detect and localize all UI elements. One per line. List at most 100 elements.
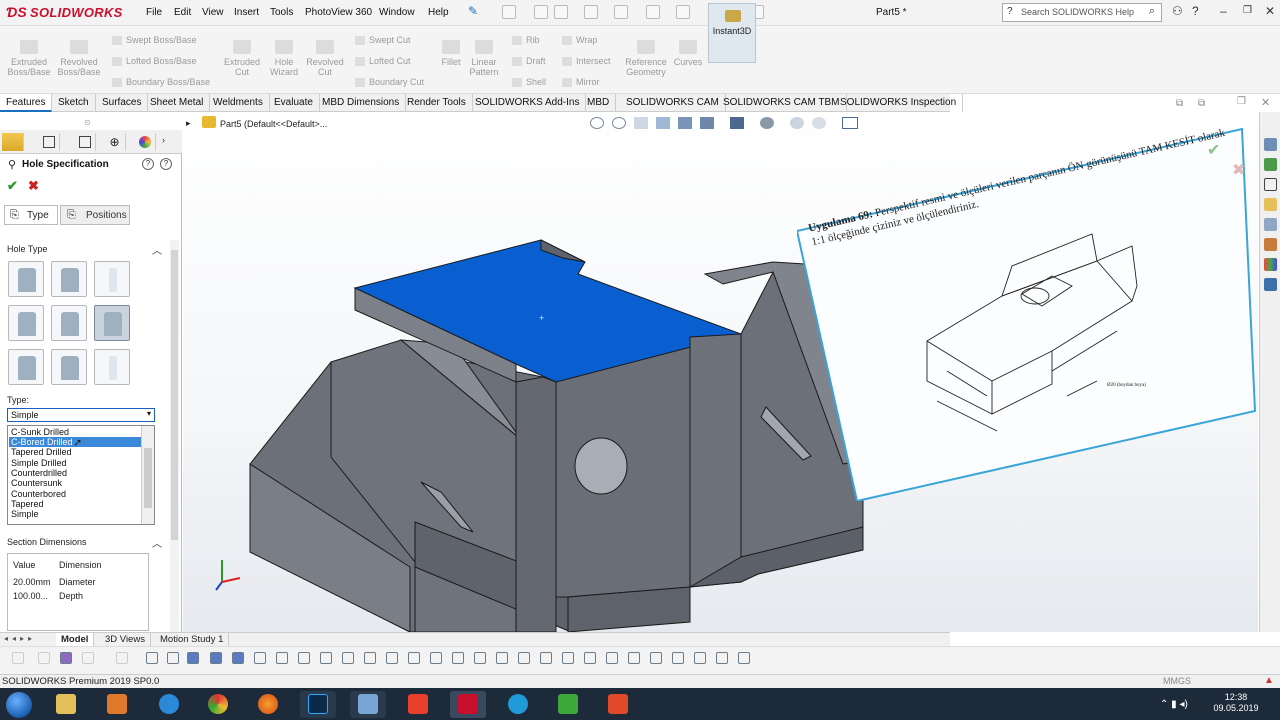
tab-3d-views[interactable]: 3D Views xyxy=(100,633,151,647)
taskbar-photoshop[interactable] xyxy=(300,691,336,718)
display-manager-icon[interactable] xyxy=(134,133,156,151)
doc-tile-icon[interactable]: ⧉ xyxy=(1198,98,1205,109)
panel-splitter-icon[interactable]: ⊙ xyxy=(84,118,91,127)
undo-icon[interactable] xyxy=(646,5,660,19)
tab-motion-study[interactable]: Motion Study 1 xyxy=(155,633,230,647)
menu-window[interactable]: Window xyxy=(379,7,415,18)
boundary-cut-button[interactable]: Boundary Cut xyxy=(355,77,424,88)
units-indicator[interactable]: MMGS xyxy=(1163,676,1191,686)
collapse-section-dims-icon[interactable]: ︿ xyxy=(152,535,162,550)
filter-icon[interactable] xyxy=(584,652,596,664)
filter-icon[interactable] xyxy=(606,652,618,664)
filter-icon[interactable] xyxy=(146,652,158,664)
select-icon[interactable] xyxy=(676,5,690,19)
mirror-button[interactable]: Mirror xyxy=(562,77,600,88)
taskbar-camtasia-recorder[interactable] xyxy=(600,691,636,718)
filter-icon[interactable] xyxy=(12,652,24,664)
filter-icon[interactable] xyxy=(562,652,574,664)
swept-cut-button[interactable]: Swept Cut xyxy=(355,35,411,46)
solidworks-resources-icon[interactable] xyxy=(1264,138,1277,151)
tab-sketch[interactable]: Sketch xyxy=(52,94,96,112)
boundary-boss-button[interactable]: Boundary Boss/Base xyxy=(112,77,210,88)
taskbar-camtasia[interactable] xyxy=(550,691,586,718)
tab-render-tools[interactable]: Render Tools xyxy=(401,94,473,112)
cancel-button[interactable]: ✖ xyxy=(28,178,39,194)
taskbar-chrome[interactable] xyxy=(200,691,236,718)
help-question-icon[interactable]: ? xyxy=(1192,4,1199,18)
taskbar-ie[interactable] xyxy=(151,691,187,718)
filter-icon[interactable] xyxy=(738,652,750,664)
restore-button[interactable]: ❐ xyxy=(1243,5,1252,16)
filter-icon[interactable] xyxy=(82,652,94,664)
panel-more-icon[interactable]: › xyxy=(162,133,180,151)
menu-edit[interactable]: Edit xyxy=(174,7,191,18)
custom-properties-icon[interactable] xyxy=(1264,258,1277,271)
option-countersunk[interactable]: Countersunk xyxy=(9,478,141,488)
legacy-hole-button[interactable] xyxy=(94,305,130,341)
user-icon[interactable]: ⚇ xyxy=(1172,4,1183,18)
option-tapered[interactable]: Tapered xyxy=(9,499,141,509)
ok-button[interactable]: ✔ xyxy=(7,178,18,194)
menu-view[interactable]: View xyxy=(202,7,224,18)
start-button-icon[interactable] xyxy=(6,692,32,718)
taskbar-office[interactable] xyxy=(400,691,436,718)
doc-maximize-icon[interactable]: ❐ xyxy=(1237,96,1246,107)
tab-features[interactable]: Features xyxy=(0,94,53,112)
solidworks-logo[interactable]: ƊS SOLIDWORKS xyxy=(6,4,123,20)
option-simple[interactable]: Simple xyxy=(9,509,141,519)
pin-icon[interactable]: ✎ xyxy=(468,4,478,18)
menu-insert[interactable]: Insert xyxy=(234,7,259,18)
search-input[interactable]: ? Search SOLIDWORKS Help ⌕ xyxy=(1002,3,1162,22)
save-icon[interactable] xyxy=(584,5,598,19)
menu-help[interactable]: Help xyxy=(428,7,449,18)
close-button[interactable]: ✕ xyxy=(1265,4,1275,18)
taskbar-media[interactable] xyxy=(99,691,135,718)
countersink-button[interactable] xyxy=(51,261,87,297)
file-explorer-icon[interactable] xyxy=(1264,198,1277,211)
tab-cam[interactable]: SOLIDWORKS CAM xyxy=(620,94,726,112)
filter-icon[interactable] xyxy=(518,652,530,664)
tab-positions[interactable]: ⎘ Positions xyxy=(60,205,130,225)
filter-icon[interactable] xyxy=(187,652,199,664)
option-simple-drilled[interactable]: Simple Drilled xyxy=(9,458,141,468)
menu-tools[interactable]: Tools xyxy=(270,7,293,18)
extruded-cut-button[interactable]: Extruded Cut xyxy=(222,40,262,77)
dropdown-scrollbar[interactable] xyxy=(141,426,154,524)
new-document-icon[interactable] xyxy=(534,5,548,19)
tapered-tap-button[interactable] xyxy=(51,305,87,341)
filter-icon[interactable] xyxy=(716,652,728,664)
tab-weldments[interactable]: Weldments xyxy=(207,94,270,112)
design-library-icon[interactable] xyxy=(1264,158,1277,171)
filter-icon[interactable] xyxy=(210,652,222,664)
taskbar-firefox[interactable] xyxy=(250,691,286,718)
whatsnew-icon[interactable]: ? xyxy=(160,158,172,170)
countersink-slot-button[interactable] xyxy=(51,349,87,385)
filter-icon[interactable] xyxy=(628,652,640,664)
list-view-icon[interactable] xyxy=(1264,278,1277,291)
minimize-button[interactable]: – xyxy=(1220,4,1227,18)
filter-icon[interactable] xyxy=(650,652,662,664)
straight-tap-button[interactable] xyxy=(8,305,44,341)
tab-type[interactable]: ⎘ Type xyxy=(4,205,58,225)
taskbar-edge[interactable] xyxy=(500,691,536,718)
filter-icon[interactable] xyxy=(540,652,552,664)
filter-icon[interactable] xyxy=(496,652,508,664)
option-counterdrilled[interactable]: Counterdrilled xyxy=(9,468,141,478)
menu-file[interactable]: File xyxy=(146,7,162,18)
hole-button[interactable] xyxy=(94,261,130,297)
filter-icon[interactable] xyxy=(298,652,310,664)
instant3d-button[interactable]: Instant3D xyxy=(708,3,756,63)
rebuild-status-icon[interactable]: ▲ xyxy=(1264,675,1274,686)
counterbore-slot-button[interactable] xyxy=(8,349,44,385)
filter-icon[interactable] xyxy=(386,652,398,664)
wrap-button[interactable]: Wrap xyxy=(562,35,597,46)
intersect-button[interactable]: Intersect xyxy=(562,56,611,67)
counterbore-button[interactable] xyxy=(8,261,44,297)
filter-icon[interactable] xyxy=(254,652,266,664)
fillet-button[interactable]: Fillet xyxy=(436,40,466,67)
system-clock[interactable]: 12:38 09.05.2019 xyxy=(1212,692,1260,714)
open-icon[interactable] xyxy=(554,5,568,19)
filter-icon[interactable] xyxy=(320,652,332,664)
home-icon[interactable] xyxy=(502,5,516,19)
taskbar-explorer[interactable] xyxy=(48,691,84,718)
